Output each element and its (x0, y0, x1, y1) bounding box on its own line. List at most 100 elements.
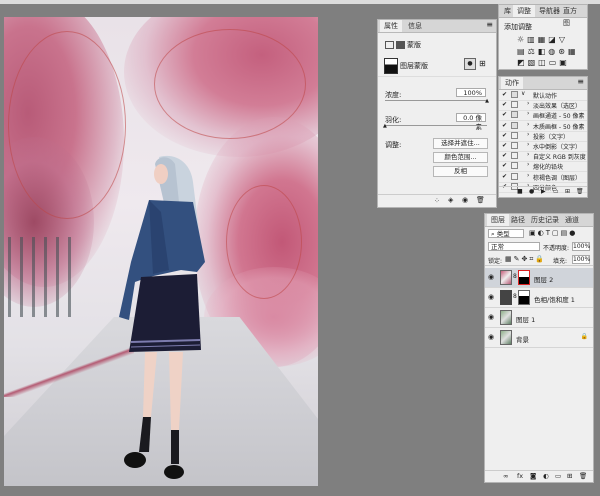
chevron-right-icon[interactable]: › (527, 110, 529, 117)
color-balance-icon[interactable]: ⚖ (528, 47, 538, 56)
document-canvas[interactable] (4, 17, 318, 486)
delete-icon[interactable]: 🗑 (476, 196, 485, 204)
dialog-toggle-icon[interactable] (511, 162, 518, 170)
new-set-icon[interactable]: ▭ (553, 188, 559, 195)
checkmark-icon[interactable]: ✔ (502, 173, 507, 180)
eye-icon[interactable]: ◉ (488, 313, 494, 321)
lock-transparent-icon[interactable]: ▦ (505, 255, 514, 263)
filter-kind-select[interactable]: ⌕ 类型 (488, 229, 524, 238)
select-and-mask-button[interactable]: 选择并遮住... (433, 138, 488, 149)
new-layer-icon[interactable]: ⊞ (567, 472, 572, 480)
checkmark-icon[interactable]: ✔ (502, 132, 507, 139)
delete-action-icon[interactable]: 🗑 (576, 188, 584, 195)
vector-mask-icon[interactable] (396, 41, 405, 49)
new-action-icon[interactable]: ⊞ (565, 188, 570, 195)
dialog-toggle-icon[interactable] (511, 172, 518, 180)
chevron-right-icon[interactable]: › (527, 121, 529, 128)
delete-layer-icon[interactable]: 🗑 (579, 472, 587, 480)
photo-filter-icon[interactable]: ◍ (548, 47, 558, 56)
add-mask-icon[interactable]: ◙ (530, 472, 536, 480)
chevron-right-icon[interactable]: › (527, 141, 529, 148)
vibrance-icon[interactable]: ▽ (559, 35, 568, 44)
smart-object-filter-icon[interactable]: ▤ (561, 229, 570, 237)
checkmark-icon[interactable]: ✔ (502, 162, 507, 169)
eye-icon[interactable]: ◉ (488, 333, 494, 341)
feather-slider[interactable]: ▲ (383, 123, 487, 129)
gradient-map-icon[interactable]: ▭ (549, 58, 560, 67)
play-icon[interactable]: ▶ (541, 188, 546, 195)
new-adjustment-icon[interactable]: ◐ (543, 472, 549, 480)
tab-properties[interactable]: 属性 (380, 20, 402, 32)
tab-channels[interactable]: 通道 (561, 214, 583, 226)
checkmark-icon[interactable]: ✔ (502, 111, 507, 118)
tab-paths[interactable]: 路径 (507, 214, 529, 226)
pixel-filter-icon[interactable]: ▣ (529, 229, 538, 237)
eye-icon[interactable]: ◉ (488, 293, 494, 301)
tab-histogram[interactable]: 直方图 (559, 5, 587, 27)
lock-all-icon[interactable]: 🔒 (535, 255, 546, 263)
layer-row[interactable]: ◉ 8 图层 2 (485, 268, 593, 288)
eye-icon[interactable]: ◉ (488, 273, 494, 281)
panel-menu-icon[interactable]: ≡ (486, 20, 493, 29)
black-white-icon[interactable]: ◧ (538, 47, 549, 56)
chevron-right-icon[interactable]: › (527, 100, 529, 107)
dialog-toggle-icon[interactable] (511, 101, 518, 109)
layer-row[interactable]: ◉ 8 色相/饱和度 1 (485, 288, 593, 308)
color-range-button[interactable]: 颜色范围... (433, 152, 488, 163)
add-vector-mask-icon[interactable]: ⊞ (479, 59, 486, 68)
checkmark-icon[interactable]: ✔ (502, 152, 507, 159)
mask-thumbnail[interactable] (518, 290, 530, 305)
tab-actions[interactable]: 动作 (501, 77, 523, 89)
link-layers-icon[interactable]: ∞ (503, 472, 508, 480)
invert-button[interactable]: 反相 (433, 166, 488, 177)
tab-history[interactable]: 历史记录 (527, 214, 563, 226)
feather-field[interactable]: 0.0 像素 (456, 113, 486, 131)
dialog-toggle-icon[interactable] (511, 152, 518, 160)
opacity-field[interactable]: 100% (572, 242, 590, 251)
brightness-icon[interactable]: ☼ (517, 35, 527, 44)
checkmark-icon[interactable]: ✔ (502, 91, 507, 98)
dialog-toggle-icon[interactable] (511, 111, 518, 119)
dialog-toggle-icon[interactable] (511, 131, 518, 139)
chevron-right-icon[interactable]: › (527, 172, 529, 179)
panel-menu-icon[interactable]: ≡ (577, 77, 584, 86)
threshold-icon[interactable]: ◫ (538, 58, 549, 67)
posterize-icon[interactable]: ▧ (528, 58, 539, 67)
selective-color-icon[interactable]: ▣ (559, 58, 570, 67)
adjustment-filter-icon[interactable]: ◐ (538, 229, 546, 237)
dialog-toggle-icon[interactable] (511, 91, 518, 98)
mask-thumbnail[interactable] (518, 270, 530, 285)
checkmark-icon[interactable]: ✔ (502, 101, 507, 108)
lock-image-icon[interactable]: ✎ (514, 255, 522, 263)
shape-filter-icon[interactable]: ▢ (552, 229, 561, 237)
checkmark-icon[interactable]: ✔ (502, 142, 507, 149)
folder-expand-icon[interactable]: ∨ (521, 90, 525, 97)
new-group-icon[interactable]: ▭ (555, 472, 561, 480)
pixel-mask-icon[interactable] (385, 41, 394, 49)
stop-icon[interactable]: ■ (517, 188, 523, 195)
dialog-toggle-icon[interactable] (511, 142, 518, 149)
fill-field[interactable]: 100% (572, 255, 590, 264)
record-icon[interactable]: ● (529, 188, 534, 195)
load-selection-icon[interactable]: ⁘ (434, 197, 440, 205)
invert-icon[interactable]: ◩ (517, 58, 528, 67)
select-mask-icon[interactable]: ● (464, 58, 476, 70)
feather-slider-thumb[interactable]: ▲ (383, 123, 387, 129)
channel-mixer-icon[interactable]: ⊛ (558, 47, 568, 56)
visibility-icon[interactable]: ◉ (462, 196, 468, 204)
layer-row[interactable]: ◉ 图层 1 (485, 308, 593, 328)
density-field[interactable]: 100% (456, 88, 486, 97)
chevron-right-icon[interactable]: › (527, 151, 529, 158)
dialog-toggle-icon[interactable] (511, 121, 518, 129)
chevron-right-icon[interactable]: › (527, 131, 529, 138)
checkmark-icon[interactable]: ✔ (502, 122, 507, 129)
exposure-icon[interactable]: ◪ (548, 35, 559, 44)
levels-icon[interactable]: ▥ (527, 35, 538, 44)
curves-icon[interactable]: ▦ (538, 35, 549, 44)
apply-mask-icon[interactable]: ◈ (448, 196, 453, 204)
fx-icon[interactable]: fx (517, 472, 523, 480)
chevron-right-icon[interactable]: › (527, 161, 529, 168)
tab-info[interactable]: 信息 (404, 20, 426, 32)
filter-toggle-icon[interactable]: ● (569, 229, 577, 237)
density-slider-thumb[interactable]: ▲ (485, 98, 489, 104)
